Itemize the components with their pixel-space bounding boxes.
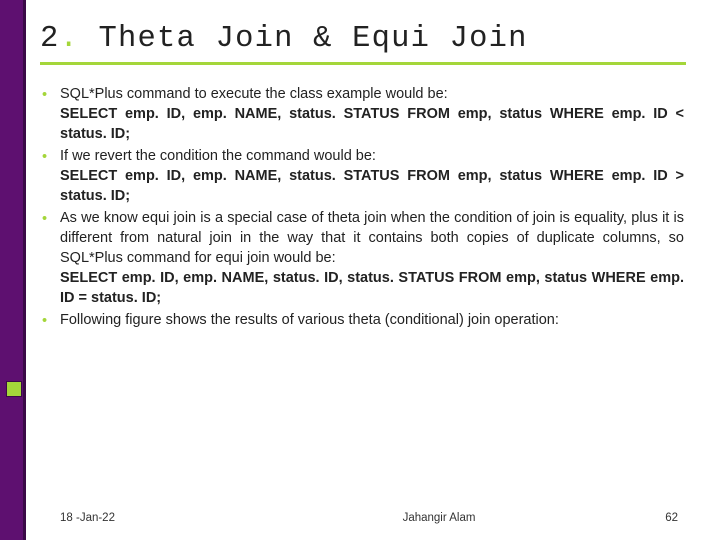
bullet-icon: • bbox=[42, 147, 60, 167]
title-text: Theta Join & Equi Join bbox=[99, 22, 528, 56]
bullet-intro: SQL*Plus command to execute the class ex… bbox=[60, 86, 448, 102]
bullet-text: As we know equi join is a special case o… bbox=[60, 208, 684, 308]
footer-page: 62 bbox=[618, 512, 678, 524]
title-dot: . bbox=[60, 22, 80, 56]
bullet-code: SELECT emp. ID, emp. NAME, status. STATU… bbox=[60, 106, 684, 142]
slide: 2. Theta Join & Equi Join • SQL*Plus com… bbox=[0, 0, 720, 540]
sidebar-decoration bbox=[0, 0, 26, 540]
list-item: • If we revert the condition the command… bbox=[42, 146, 684, 206]
bullet-text: If we revert the condition the command w… bbox=[60, 146, 684, 206]
title-block: 2. Theta Join & Equi Join bbox=[40, 22, 686, 65]
bullet-code: SELECT emp. ID, emp. NAME, status. STATU… bbox=[60, 168, 684, 204]
list-item: • Following figure shows the results of … bbox=[42, 310, 684, 331]
title-number: 2 bbox=[40, 22, 60, 56]
bullet-code: SELECT emp. ID, emp. NAME, status. ID, s… bbox=[60, 270, 684, 306]
bullet-icon: • bbox=[42, 311, 60, 331]
bullet-icon: • bbox=[42, 209, 60, 229]
footer-date: 18 -Jan-22 bbox=[60, 512, 260, 524]
footer-author: Jahangir Alam bbox=[260, 512, 618, 524]
bullet-intro: Following figure shows the results of va… bbox=[60, 312, 559, 328]
footer: 18 -Jan-22 Jahangir Alam 62 bbox=[60, 512, 678, 524]
bullet-intro: If we revert the condition the command w… bbox=[60, 148, 376, 164]
list-item: • As we know equi join is a special case… bbox=[42, 208, 684, 308]
bullet-text: SQL*Plus command to execute the class ex… bbox=[60, 84, 684, 144]
list-item: • SQL*Plus command to execute the class … bbox=[42, 84, 684, 144]
slide-title: 2. Theta Join & Equi Join bbox=[40, 22, 686, 56]
content-body: • SQL*Plus command to execute the class … bbox=[42, 84, 684, 333]
bullet-icon: • bbox=[42, 85, 60, 105]
bullet-intro: As we know equi join is a special case o… bbox=[60, 210, 684, 266]
bullet-text: Following figure shows the results of va… bbox=[60, 310, 559, 330]
